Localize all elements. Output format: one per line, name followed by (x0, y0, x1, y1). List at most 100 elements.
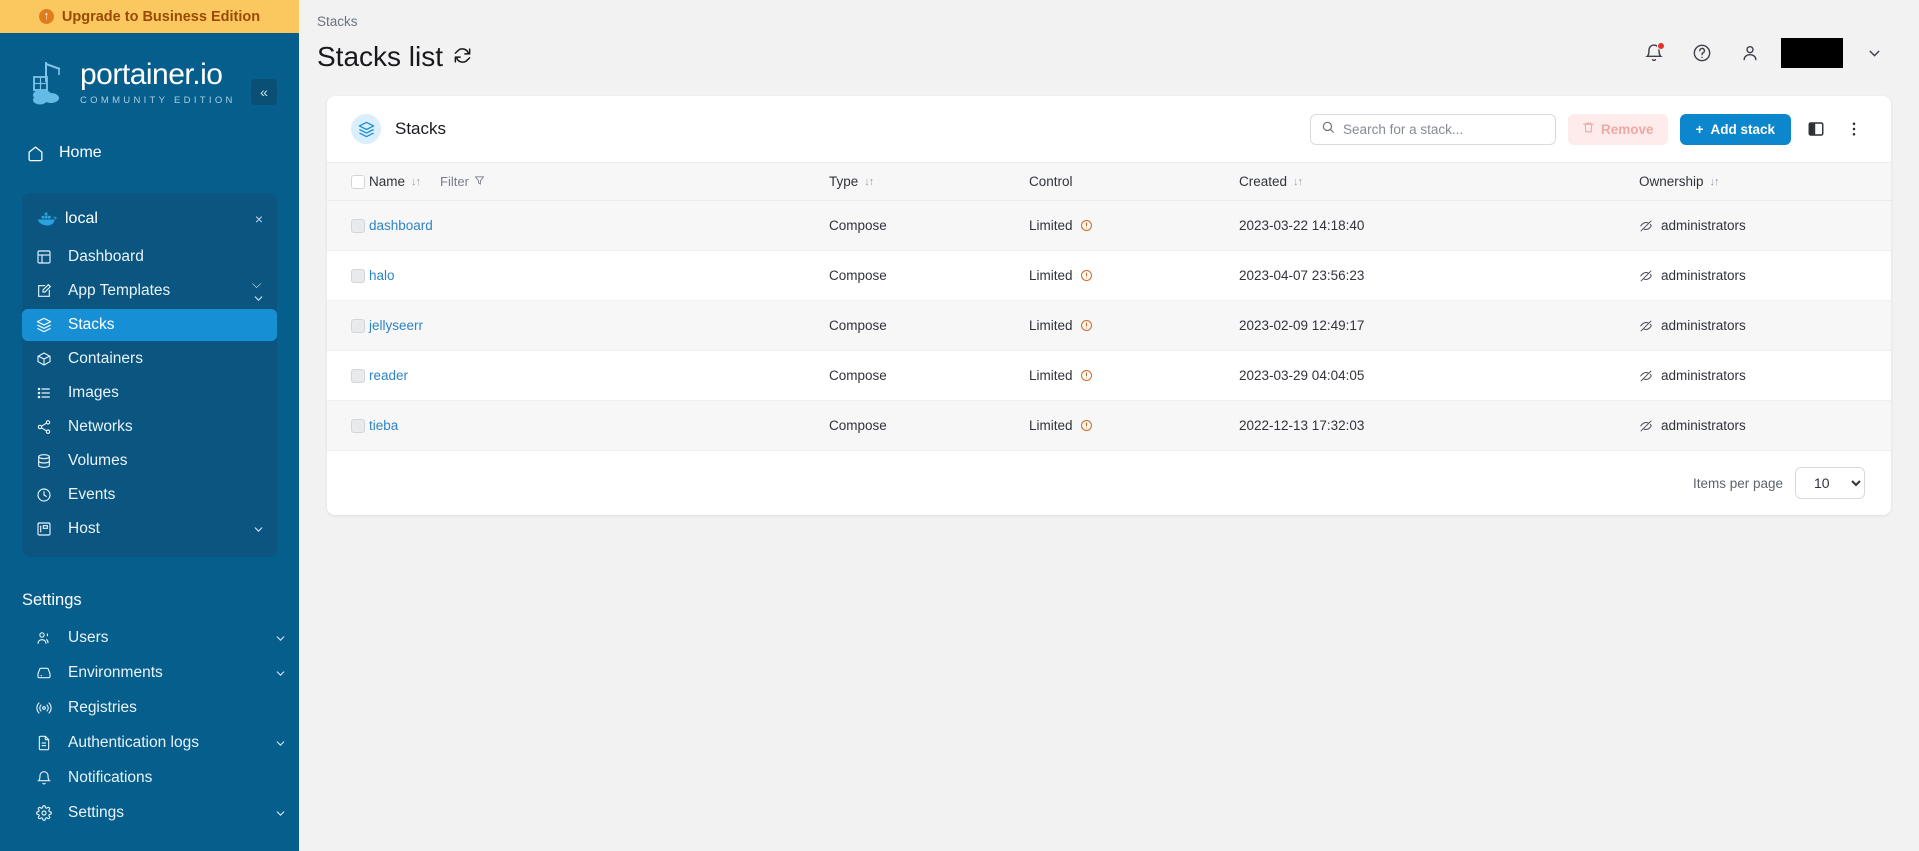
environment-header[interactable]: local × (22, 199, 277, 239)
row-checkbox[interactable] (351, 218, 365, 233)
columns-layout-icon[interactable] (1803, 116, 1829, 142)
header-ownership[interactable]: Ownership ↓↑ (1639, 162, 1891, 201)
row-select-cell[interactable] (327, 200, 369, 251)
select-all-checkbox[interactable] (351, 174, 365, 189)
header-actions (1637, 36, 1891, 70)
row-checkbox[interactable] (351, 268, 365, 283)
box-icon (36, 351, 53, 368)
sidebar-item-authentication-logs[interactable]: Authentication logs (0, 727, 299, 759)
sort-icon[interactable]: ↓↑ (1293, 176, 1303, 188)
chevron-down-icon[interactable] (274, 632, 287, 645)
items-per-page-select[interactable]: 102550100 (1795, 467, 1865, 499)
sort-icon[interactable]: ↓↑ (1710, 176, 1720, 188)
stack-name-link[interactable]: jellyseerr (369, 318, 423, 333)
search-input[interactable] (1343, 121, 1546, 137)
sidebar-item-host[interactable]: Host (22, 513, 277, 545)
row-created-cell: 2022-12-13 17:32:03 (1239, 400, 1639, 451)
kebab-menu-icon[interactable] (1841, 116, 1867, 142)
table-row[interactable]: jellyseerr Compose Limited 2023-02-09 12:49… (327, 300, 1891, 351)
control-label: Limited (1029, 318, 1073, 333)
row-select-cell[interactable] (327, 350, 369, 401)
sort-icon[interactable]: ↓↑ (411, 176, 421, 188)
sidebar-item-app-templates[interactable]: App Templates ⌵ (22, 275, 277, 307)
remove-button[interactable]: Remove (1568, 113, 1668, 145)
environment-block: local × Dashboard App Templates ⌵ Stacks… (22, 193, 277, 557)
row-select-cell[interactable] (327, 250, 369, 301)
sidebar-item-notifications[interactable]: Notifications (0, 762, 299, 794)
table-row[interactable]: halo Compose Limited 2023-04-07 23:56:23 adm… (327, 250, 1891, 301)
chevron-down-icon[interactable] (274, 807, 287, 820)
stack-name-link[interactable]: tieba (369, 418, 398, 433)
sidebar-item-environments[interactable]: Environments (0, 657, 299, 689)
row-select-cell[interactable] (327, 400, 369, 451)
portainer-logo-icon (33, 62, 61, 105)
row-ownership-cell: administrators (1639, 400, 1891, 451)
notifications-bell-icon[interactable] (1637, 36, 1671, 70)
row-name-cell: tieba (369, 400, 829, 451)
row-created-cell: 2023-03-22 14:18:40 (1239, 200, 1639, 251)
header-ownership-label: Ownership (1639, 174, 1704, 189)
brand-logo[interactable]: portainer.io COMMUNITY EDITION « (0, 33, 299, 111)
environment-close-button[interactable]: × (247, 207, 271, 231)
chevron-down-icon[interactable]: ⌵ (252, 277, 265, 305)
sidebar-item-stacks-label: Stacks (68, 316, 115, 333)
eye-off-icon (1639, 319, 1653, 333)
header-created[interactable]: Created ↓↑ (1239, 162, 1639, 201)
sidebar-item-events[interactable]: Events (22, 479, 277, 511)
stack-name-link[interactable]: dashboard (369, 218, 433, 233)
chevron-down-icon[interactable] (274, 667, 287, 680)
search-box[interactable] (1310, 113, 1557, 145)
table-row[interactable]: reader Compose Limited 2023-03-29 04:04:05 a… (327, 350, 1891, 401)
breadcrumb[interactable]: Stacks (317, 14, 1637, 29)
sidebar-item-settings[interactable]: Settings (0, 797, 299, 829)
stack-name-link[interactable]: halo (369, 268, 395, 283)
filter-label: Filter (440, 174, 469, 189)
environments-icon (36, 665, 53, 682)
alert-circle-icon[interactable] (1080, 269, 1093, 282)
row-checkbox[interactable] (351, 368, 365, 383)
row-checkbox[interactable] (351, 418, 365, 433)
alert-circle-icon[interactable] (1080, 319, 1093, 332)
table-row[interactable]: dashboard Compose Limited 2023-03-22 14:18:… (327, 200, 1891, 251)
sidebar-item-networks[interactable]: Networks (22, 411, 277, 443)
row-created-cell: 2023-02-09 12:49:17 (1239, 300, 1639, 351)
help-circle-icon[interactable] (1685, 36, 1719, 70)
user-menu-chevron-down-icon[interactable] (1857, 36, 1891, 70)
chevron-down-icon[interactable] (274, 737, 287, 750)
sidebar-item-containers[interactable]: Containers (22, 343, 277, 375)
close-icon: × (254, 211, 264, 227)
remove-button-label: Remove (1601, 121, 1654, 137)
list-icon (36, 385, 53, 402)
sidebar-collapse-button[interactable]: « (251, 79, 277, 105)
sidebar-item-users-label: Users (68, 629, 109, 646)
header-type[interactable]: Type ↓↑ (829, 162, 1029, 201)
alert-circle-icon[interactable] (1080, 419, 1093, 432)
chevron-down-icon[interactable] (252, 523, 265, 536)
sort-icon[interactable]: ↓↑ (864, 176, 874, 188)
upgrade-to-business-banner[interactable]: ↑ Upgrade to Business Edition (0, 0, 299, 33)
name-filter-button[interactable]: Filter (440, 174, 485, 189)
sidebar-item-images[interactable]: Images (22, 377, 277, 409)
table-row[interactable]: tieba Compose Limited 2022-12-13 17:32:03 ad… (327, 400, 1891, 451)
sidebar-item-authentication-logs-label: Authentication logs (68, 734, 199, 751)
sidebar-item-stacks[interactable]: Stacks (22, 309, 277, 341)
sidebar-item-dashboard[interactable]: Dashboard (22, 241, 277, 273)
user-avatar-icon[interactable] (1733, 36, 1767, 70)
sidebar-item-home[interactable]: Home (0, 131, 299, 175)
row-select-cell[interactable] (327, 300, 369, 351)
refresh-button[interactable] (453, 46, 472, 68)
database-icon (36, 453, 53, 470)
add-stack-button[interactable]: + Add stack (1679, 113, 1791, 145)
sidebar-item-volumes[interactable]: Volumes (22, 445, 277, 477)
row-checkbox[interactable] (351, 318, 365, 333)
row-control-cell: Limited (1029, 200, 1239, 251)
header-select-all[interactable] (327, 162, 369, 201)
eye-off-icon (1639, 219, 1653, 233)
sidebar-item-app-templates-label: App Templates (68, 282, 171, 299)
alert-circle-icon[interactable] (1080, 219, 1093, 232)
alert-circle-icon[interactable] (1080, 369, 1093, 382)
header-name[interactable]: Name ↓↑ Filter (369, 162, 829, 201)
stack-name-link[interactable]: reader (369, 368, 408, 383)
sidebar-item-registries[interactable]: Registries (0, 692, 299, 724)
sidebar-item-users[interactable]: Users (0, 622, 299, 654)
